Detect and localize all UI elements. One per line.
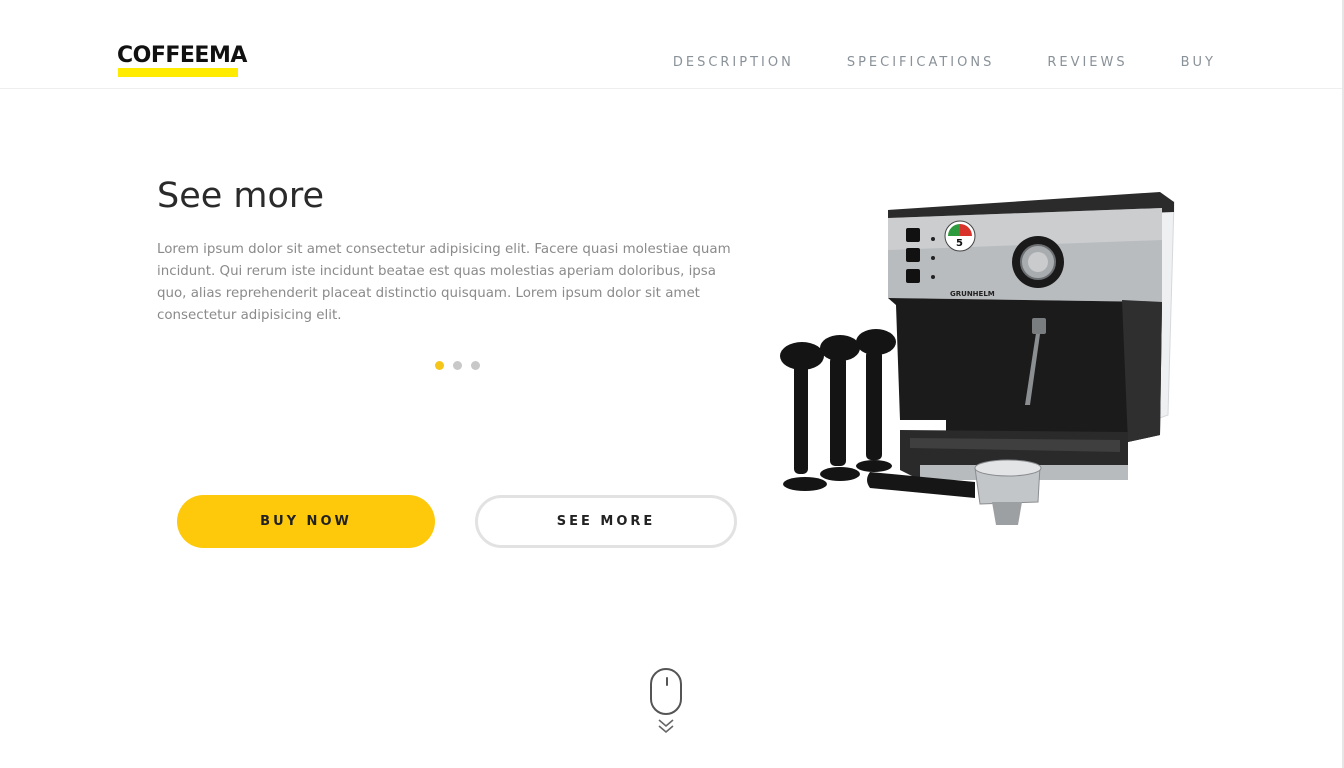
nav-item-reviews[interactable]: REVIEWS — [1047, 56, 1127, 70]
machine-badge-text: 5 — [956, 238, 963, 249]
mouse-wheel — [666, 677, 668, 686]
slider-dots — [435, 361, 480, 370]
slider-dot-3[interactable] — [471, 361, 480, 370]
main-nav: DESCRIPTION SPECIFICATIONS REVIEWS BUY — [620, 56, 1216, 70]
product-image: 5 GRUNHELM — [780, 192, 1175, 525]
slider-dot-2[interactable] — [453, 361, 462, 370]
logo[interactable]: COFFEEMA — [117, 44, 247, 68]
hero-title: See more — [157, 176, 325, 216]
machine-brand-text: GRUNHELM — [950, 290, 995, 298]
chevron-down-icon[interactable] — [656, 717, 676, 737]
site-header: COFFEEMA DESCRIPTION SPECIFICATIONS REVI… — [0, 0, 1344, 89]
nav-item-buy[interactable]: BUY — [1181, 56, 1216, 70]
nav-item-specifications[interactable]: SPECIFICATIONS — [847, 56, 994, 70]
hero-description: Lorem ipsum dolor sit amet consectetur a… — [157, 242, 731, 323]
logo-underline — [118, 68, 238, 77]
buy-now-button[interactable]: BUY NOW — [177, 495, 435, 548]
nav-item-description[interactable]: DESCRIPTION — [673, 56, 794, 70]
slider-dot-1[interactable] — [435, 361, 444, 370]
mouse-scroll-icon[interactable] — [650, 668, 682, 715]
see-more-button[interactable]: SEE MORE — [475, 495, 737, 548]
